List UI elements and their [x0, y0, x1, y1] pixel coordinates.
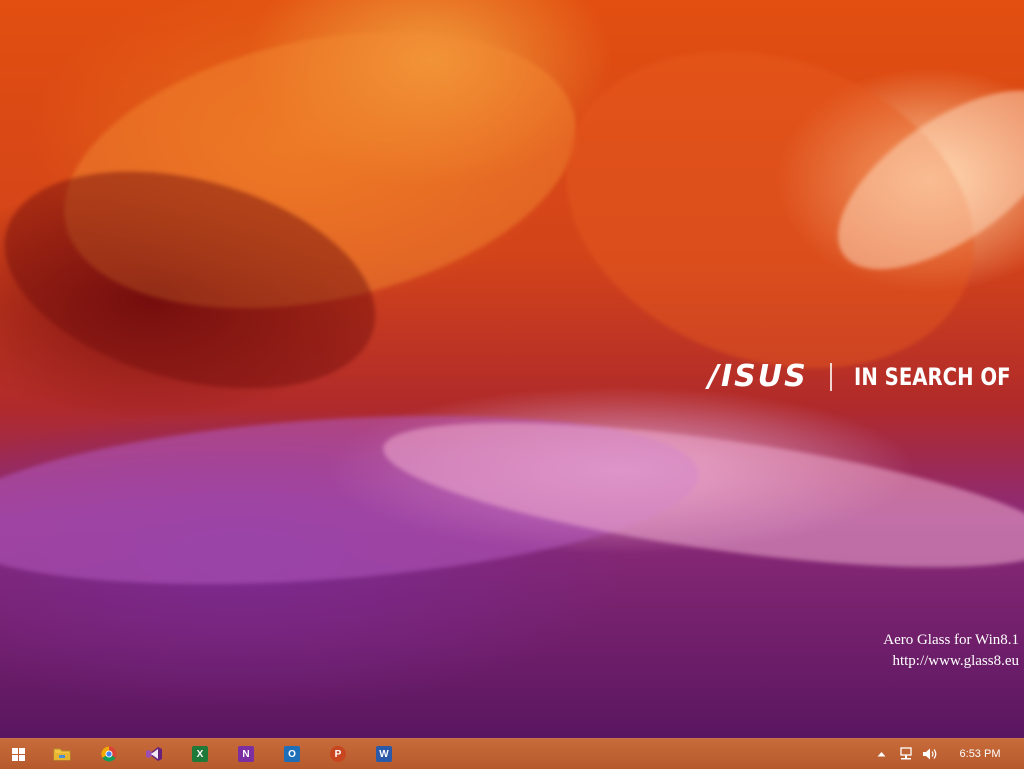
outlook-icon: O [284, 746, 300, 762]
taskbar-app-word[interactable]: W [371, 742, 397, 766]
chrome-icon [101, 746, 117, 762]
taskbar-app-outlook[interactable]: O [279, 742, 305, 766]
taskbar-app-powerpoint[interactable]: P [325, 742, 351, 766]
asus-logo: /ISUS [708, 359, 808, 394]
folder-icon [53, 748, 71, 761]
aero-glass-watermark: Aero Glass for Win8.1 http://www.glass8.… [883, 630, 1019, 672]
tray-volume-button[interactable] [920, 742, 940, 766]
taskbar-app-chrome[interactable] [96, 742, 122, 766]
taskbar: X N O P W 6:53 PM [0, 738, 1024, 769]
asus-branding: /ISUS IN SEARCH OF [708, 362, 1024, 392]
canyon-rock-band [375, 393, 1024, 597]
taskbar-app-file-explorer[interactable] [49, 742, 75, 766]
word-icon: W [376, 746, 392, 762]
powerpoint-icon: P [330, 746, 346, 762]
tray-network-button[interactable] [896, 742, 916, 766]
visual-studio-icon [146, 747, 162, 761]
tray-clock[interactable]: 6:53 PM [950, 742, 1010, 766]
clock-time: 6:53 PM [959, 748, 1001, 760]
onenote-icon: N [238, 746, 254, 762]
asus-slogan: IN SEARCH OF [853, 363, 1011, 391]
watermark-title: Aero Glass for Win8.1 [883, 632, 1019, 648]
tray-overflow-button[interactable] [874, 742, 888, 766]
taskbar-app-visual-studio[interactable] [141, 742, 167, 766]
chevron-up-icon [877, 752, 885, 757]
network-icon [900, 747, 912, 760]
volume-icon [923, 748, 937, 760]
desktop-wallpaper: /ISUS IN SEARCH OF Aero Glass for Win8.1… [0, 0, 1024, 738]
start-button[interactable] [5, 742, 31, 766]
excel-icon: X [192, 746, 208, 762]
taskbar-app-onenote[interactable]: N [233, 742, 259, 766]
logo-divider [829, 363, 832, 391]
watermark-url: http://www.glass8.eu [892, 653, 1019, 669]
taskbar-app-excel[interactable]: X [187, 742, 213, 766]
windows-logo-icon [11, 747, 25, 761]
